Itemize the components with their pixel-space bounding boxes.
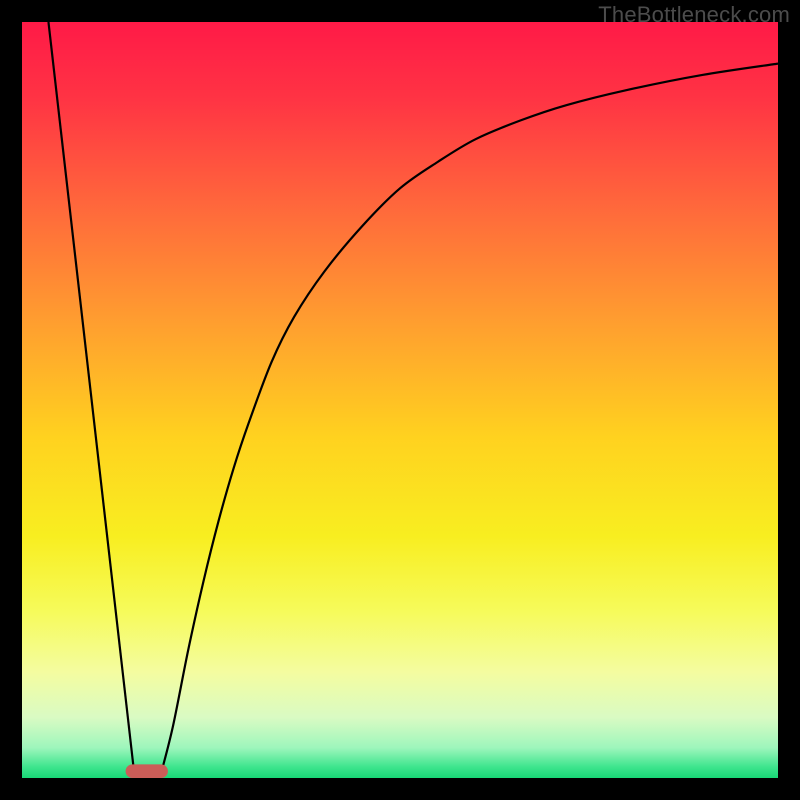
plot-area [22,22,778,778]
chart-svg [22,22,778,778]
gradient-background [22,22,778,778]
chart-frame: TheBottleneck.com [0,0,800,800]
watermark-text: TheBottleneck.com [598,2,790,28]
bottom-marker [126,764,168,778]
